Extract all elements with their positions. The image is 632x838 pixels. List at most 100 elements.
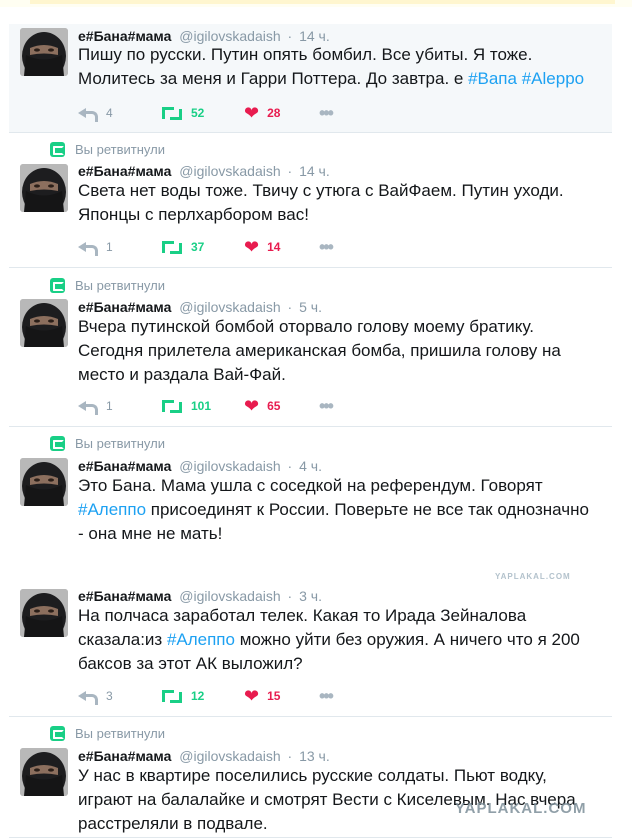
tweet-actions: 1 37 ❤ 14 ••• <box>78 237 334 257</box>
author-handle[interactable]: @igilovskadaish <box>179 163 280 179</box>
hashtag-link[interactable]: #Aleppo <box>522 69 584 88</box>
tweet-time[interactable]: 4 ч. <box>299 458 322 474</box>
more-button[interactable]: ••• <box>319 237 334 257</box>
tweet-header: е#Бана#мама @igilovskadaish · 3 ч. <box>78 587 322 605</box>
tweet-header: е#Бана#мама @igilovskadaish · 13 ч. <box>78 747 330 765</box>
separator-dot: · <box>287 28 293 44</box>
avatar[interactable] <box>20 458 68 506</box>
tweet-time[interactable]: 5 ч. <box>299 299 322 315</box>
reply-button[interactable]: 3 <box>78 688 161 705</box>
author-name[interactable]: е#Бана#мама <box>78 28 171 44</box>
retweet-context: Вы ретвитнули <box>50 141 165 157</box>
tweet-time[interactable]: 14 ч. <box>299 163 330 179</box>
retweet-icon <box>161 240 183 254</box>
author-handle[interactable]: @igilovskadaish <box>179 458 280 474</box>
reply-button[interactable]: 4 <box>78 105 161 122</box>
retweet-context-label: Вы ретвитнули <box>75 277 165 293</box>
author-handle[interactable]: @igilovskadaish <box>179 588 280 604</box>
more-dots-icon: ••• <box>319 396 334 416</box>
retweet-context: Вы ретвитнули <box>50 725 165 741</box>
avatar[interactable] <box>20 299 68 347</box>
retweet-badge-icon <box>50 141 65 157</box>
tweet-text: На полчаса заработал телек. Какая то Ира… <box>78 604 598 676</box>
author-name[interactable]: е#Бана#мама <box>78 458 171 474</box>
retweet-icon <box>161 689 183 703</box>
reply-icon <box>78 105 98 122</box>
retweet-badge-icon <box>50 435 65 451</box>
tweet[interactable]: Вы ретвитнули е#Бана#мама @igilovskadais… <box>9 427 612 581</box>
like-count: 15 <box>267 689 281 703</box>
avatar[interactable] <box>20 748 68 796</box>
tweet-text-segment: Света нет воды тоже. Твичу с утюга с Вай… <box>78 181 564 224</box>
tweet[interactable]: Вы ретвитнули е#Бана#мама @igilovskadais… <box>9 268 612 427</box>
reply-icon <box>78 239 98 256</box>
more-button[interactable]: ••• <box>319 396 334 416</box>
author-handle[interactable]: @igilovskadaish <box>179 299 280 315</box>
tweet-actions: 1 101 ❤ 65 ••• <box>78 396 334 416</box>
author-handle[interactable]: @igilovskadaish <box>179 28 280 44</box>
more-dots-icon: ••• <box>319 237 334 257</box>
avatar[interactable] <box>20 28 68 76</box>
more-button[interactable]: ••• <box>319 103 334 123</box>
reply-icon <box>78 398 98 415</box>
like-button[interactable]: ❤ 14 <box>244 237 319 257</box>
separator-dot: · <box>287 588 293 604</box>
author-name[interactable]: е#Бана#мама <box>78 748 171 764</box>
reply-button[interactable]: 1 <box>78 398 161 415</box>
tweet-text-segment: Это Бана. Мама ушла с соседкой на рефере… <box>78 476 543 495</box>
retweet-icon <box>161 399 183 413</box>
hashtag-link[interactable]: #Алеппо <box>167 630 235 649</box>
avatar[interactable] <box>20 164 68 212</box>
retweet-button[interactable]: 37 <box>161 240 244 254</box>
retweet-count: 101 <box>191 399 212 413</box>
tweet-time[interactable]: 3 ч. <box>299 588 322 604</box>
retweet-context: Вы ретвитнули <box>50 277 165 293</box>
reply-count: 4 <box>106 106 113 120</box>
retweet-context: Вы ретвитнули <box>50 435 165 451</box>
hashtag-link[interactable]: #Алеппо <box>78 500 146 519</box>
avatar[interactable] <box>20 589 68 637</box>
tweet[interactable]: Вы ретвитнули е#Бана#мама @igilovskadais… <box>9 133 612 268</box>
reply-button[interactable]: 1 <box>78 239 161 256</box>
tweet-text: Света нет воды тоже. Твичу с утюга с Вай… <box>78 179 598 227</box>
like-button[interactable]: ❤ 65 <box>244 396 319 416</box>
heart-icon: ❤ <box>244 396 260 416</box>
retweet-button[interactable]: 12 <box>161 689 244 703</box>
reply-icon <box>78 688 98 705</box>
tweet-text-segment: Вчера путинской бомбой оторвало голову м… <box>78 317 561 384</box>
tweet-text-segment: присоединят к России. Поверьте не все та… <box>78 500 589 543</box>
retweet-count: 52 <box>191 106 205 120</box>
author-handle[interactable]: @igilovskadaish <box>179 748 280 764</box>
retweet-badge-icon <box>50 277 65 293</box>
tweet[interactable]: Вы ретвитнули е#Бана#мама @igilovskadais… <box>9 717 612 838</box>
retweet-context-label: Вы ретвитнули <box>75 141 165 157</box>
more-dots-icon: ••• <box>319 686 334 706</box>
tweet-text-segment: Пишу по русски. Путин опять бомбил. Все … <box>78 45 533 88</box>
hashtag-link[interactable]: #Вапа <box>468 69 517 88</box>
tweet-time[interactable]: 13 ч. <box>299 748 330 764</box>
retweet-button[interactable]: 101 <box>161 399 244 413</box>
retweet-context-label: Вы ретвитнули <box>75 435 165 451</box>
like-button[interactable]: ❤ 15 <box>244 686 319 706</box>
retweet-button[interactable]: 52 <box>161 106 244 120</box>
top-strip-accent <box>30 0 615 4</box>
heart-icon: ❤ <box>244 686 260 706</box>
retweet-count: 12 <box>191 689 205 703</box>
more-dots-icon: ••• <box>319 103 334 123</box>
tweet-actions: 3 12 ❤ 15 ••• <box>78 686 334 706</box>
heart-icon: ❤ <box>244 237 260 257</box>
retweet-context-label: Вы ретвитнули <box>75 725 165 741</box>
separator-dot: · <box>287 163 293 179</box>
like-button[interactable]: ❤ 28 <box>244 104 319 122</box>
author-name[interactable]: е#Бана#мама <box>78 163 171 179</box>
more-button[interactable]: ••• <box>319 686 334 706</box>
author-name[interactable]: е#Бана#мама <box>78 588 171 604</box>
author-name[interactable]: е#Бана#мама <box>78 299 171 315</box>
tweet-time[interactable]: 14 ч. <box>299 28 330 44</box>
tweet-actions: 4 52 ❤ 28 ••• <box>78 103 334 123</box>
separator-dot: · <box>287 748 293 764</box>
reply-count: 1 <box>106 240 113 254</box>
tweet[interactable]: е#Бана#мама @igilovskadaish · 3 ч. На по… <box>9 580 612 717</box>
tweet[interactable]: е#Бана#мама @igilovskadaish · 14 ч. Пишу… <box>9 24 612 133</box>
tweet-text: Вчера путинской бомбой оторвало голову м… <box>78 315 598 387</box>
